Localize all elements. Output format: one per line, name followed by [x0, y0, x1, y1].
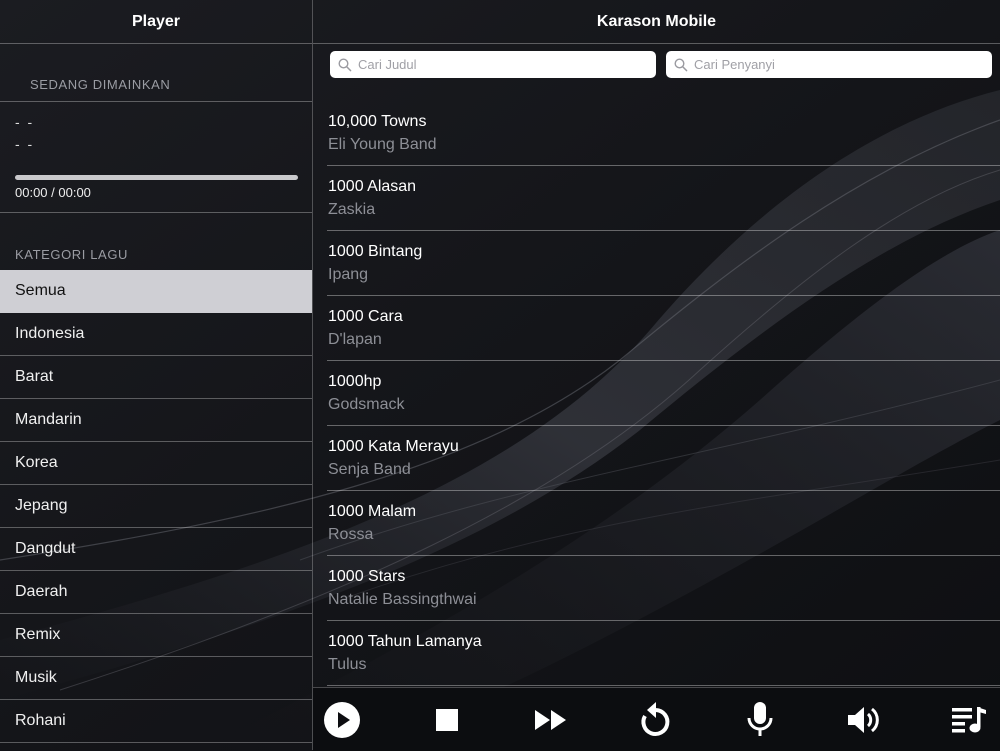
category-item-semua[interactable]: Semua [0, 270, 312, 313]
category-item-indonesia[interactable]: Indonesia [0, 313, 312, 356]
fast-forward-icon [535, 710, 566, 730]
replay-button[interactable] [636, 700, 676, 740]
category-item-mandarin[interactable]: Mandarin [0, 399, 312, 442]
category-list: Semua Indonesia Barat Mandarin Korea Jep… [0, 270, 312, 743]
song-title: 1000 Alasan [328, 178, 417, 195]
song-item[interactable]: 1000hp Godsmack [327, 361, 1000, 426]
song-artist: D'lapan [328, 331, 382, 348]
stop-icon [436, 709, 458, 731]
song-item[interactable]: 10,000 Towns Eli Young Band [327, 101, 1000, 166]
song-title: 1000 Malam [328, 503, 417, 520]
progress-bar[interactable] [15, 175, 298, 180]
song-title: 1000hp [328, 373, 382, 390]
app-title: Karason Mobile [313, 0, 1000, 44]
now-playing-artist: - - [15, 136, 35, 152]
song-item[interactable]: 1000 Cara D'lapan [327, 296, 1000, 361]
category-item-jepang[interactable]: Jepang [0, 485, 312, 528]
play-icon [324, 702, 360, 738]
song-item[interactable]: 1000 Malam Rossa [327, 491, 1000, 556]
song-item[interactable]: 1000 Alasan Zaskia [327, 166, 1000, 231]
now-playing-heading: SEDANG DIMAINKAN [0, 44, 312, 102]
song-artist: Zaskia [328, 201, 376, 218]
category-item-musik[interactable]: Musik [0, 657, 312, 700]
search-artist-box [666, 51, 992, 78]
category-item-dangdut[interactable]: Dangdut [0, 528, 312, 571]
song-artist: Tulus [328, 656, 367, 673]
song-list: 10,000 Towns Eli Young Band 1000 Alasan … [313, 101, 1000, 686]
search-icon [338, 57, 352, 71]
search-artist-input[interactable] [694, 57, 974, 72]
playlist-icon [952, 707, 986, 733]
main-panel: Karason Mobile 10,000 Towns Eli Young Ba… [313, 0, 1000, 751]
song-artist: Godsmack [328, 396, 405, 413]
song-title: 10,000 Towns [328, 113, 427, 130]
category-item-daerah[interactable]: Daerah [0, 571, 312, 614]
song-artist: Ipang [328, 266, 369, 283]
song-artist: Senja Band [328, 461, 411, 478]
microphone-icon [747, 702, 773, 736]
playback-controls [313, 687, 1000, 751]
volume-icon [848, 707, 879, 733]
sidebar-title: Player [0, 0, 312, 44]
volume-button[interactable] [844, 700, 884, 740]
category-item-barat[interactable]: Barat [0, 356, 312, 399]
play-button[interactable] [322, 700, 362, 740]
search-title-box [330, 51, 656, 78]
song-item[interactable]: 1000 Tahun Lamanya Tulus [327, 621, 1000, 686]
stop-button[interactable] [427, 700, 467, 740]
song-title: 1000 Bintang [328, 243, 423, 260]
category-item-korea[interactable]: Korea [0, 442, 312, 485]
song-item[interactable]: 1000 Bintang Ipang [327, 231, 1000, 296]
song-title: 1000 Cara [328, 308, 403, 325]
search-row [330, 51, 992, 78]
search-title-input[interactable] [358, 57, 638, 72]
category-heading: KATEGORI LAGU [15, 247, 129, 262]
playlist-button[interactable] [949, 700, 989, 740]
song-artist: Natalie Bassingthwai [328, 591, 477, 608]
sidebar: Player SEDANG DIMAINKAN - - - - 00:00 / … [0, 0, 313, 750]
song-title: 1000 Tahun Lamanya [328, 633, 482, 650]
song-item[interactable]: 1000 Kata Merayu Senja Band [327, 426, 1000, 491]
song-artist: Eli Young Band [328, 136, 437, 153]
microphone-button[interactable] [740, 700, 780, 740]
replay-icon [641, 702, 670, 736]
playback-time: 00:00 / 00:00 [15, 185, 91, 200]
song-artist: Rossa [328, 526, 374, 543]
song-title: 1000 Kata Merayu [328, 438, 459, 455]
search-icon [674, 57, 688, 71]
now-playing-title: - - [15, 114, 35, 130]
now-playing-panel: - - - - 00:00 / 00:00 [0, 102, 312, 213]
song-title: 1000 Stars [328, 568, 406, 585]
category-item-rohani[interactable]: Rohani [0, 700, 312, 743]
fast-forward-button[interactable] [531, 700, 571, 740]
song-item[interactable]: 1000 Stars Natalie Bassingthwai [327, 556, 1000, 621]
category-item-remix[interactable]: Remix [0, 614, 312, 657]
